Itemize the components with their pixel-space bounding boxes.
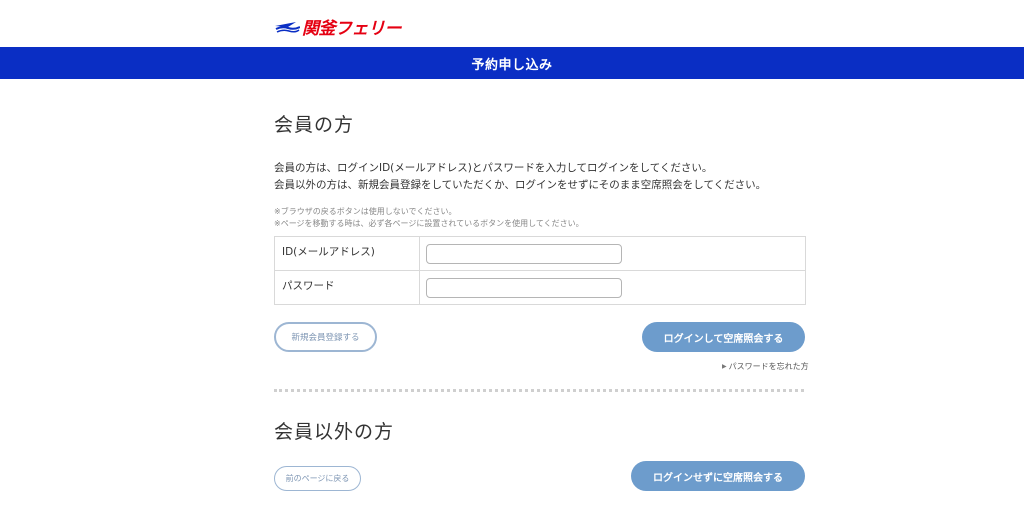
password-input[interactable] [426,277,622,298]
forgot-password-link[interactable]: ▶ パスワードを忘れた方 [722,361,809,372]
search-without-login-button[interactable]: ログインせずに空席照会する [631,461,805,491]
kanpu-ferry-logo[interactable]: 関釜フェリー [274,15,402,39]
section-divider [274,389,804,392]
intro-line-1: 会員の方は、ログインID(メールアドレス)とパスワードを入力してログインをしてく… [274,162,713,174]
login-id-label: ID(メールアドレス) [274,236,420,271]
register-button[interactable]: 新規会員登録する [274,322,377,352]
triangle-right-icon: ▶ [722,363,727,370]
login-id-row: ID(メールアドレス) [274,236,806,271]
members-intro: 会員の方は、ログインID(メールアドレス)とパスワードを入力してログインをしてく… [274,160,766,194]
back-button[interactable]: 前のページに戻る [274,466,361,491]
ship-wave-icon [275,22,300,33]
password-label: パスワード [274,270,420,305]
login-and-search-button[interactable]: ログインして空席照会する [642,322,805,352]
page-title: 予約申し込み [471,57,553,73]
guests-section-title: 会員以外の方 [274,421,395,443]
password-row: パスワード [274,270,806,305]
notice-line-1: ※ブラウザの戻るボタンは使用しないでください。 [274,207,457,216]
notice-line-2: ※ページを移動する時は、必ず各ページに設置されているボタンを使用してください。 [274,219,584,228]
logo-text: 関釜フェリー [302,18,402,39]
intro-line-2: 会員以外の方は、新規会員登録をしていただくか、ログインをせずにそのまま空席照会を… [274,179,767,191]
login-form-table: ID(メールアドレス) パスワード [274,236,806,305]
forgot-password-label: パスワードを忘れた方 [728,362,809,371]
members-section-title: 会員の方 [274,114,355,136]
login-id-input[interactable] [426,243,622,264]
notice-text: ※ブラウザの戻るボタンは使用しないでください。 ※ページを移動する時は、必ず各ペ… [274,206,584,230]
page-banner: 予約申し込み [0,47,1024,79]
